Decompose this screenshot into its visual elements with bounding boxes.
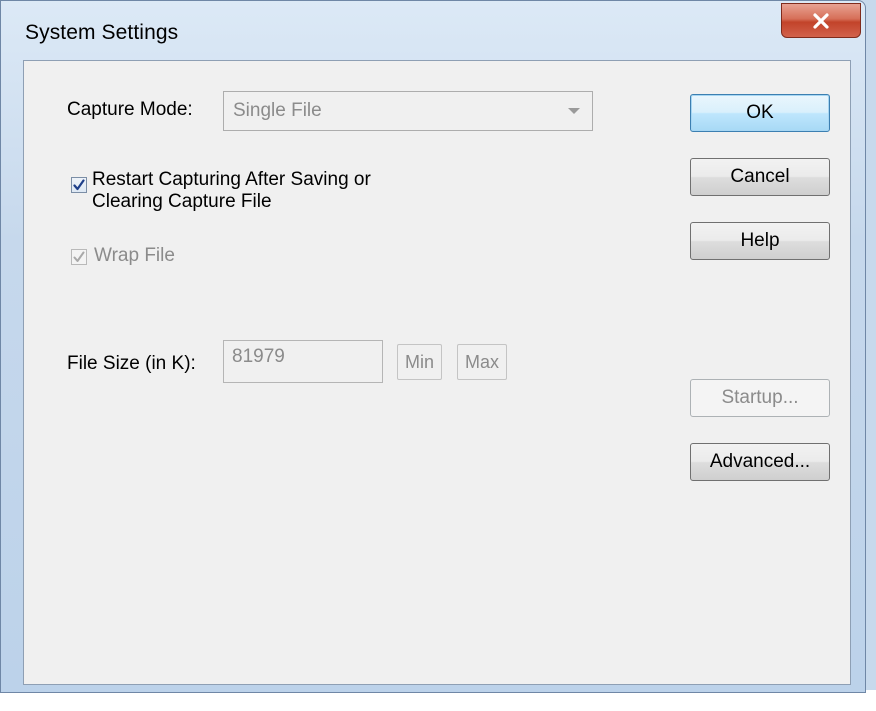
min-button[interactable]: Min xyxy=(397,344,442,380)
file-size-input[interactable]: 81979 xyxy=(223,340,383,383)
checkmark-icon xyxy=(73,251,85,262)
wrap-file-checkbox[interactable] xyxy=(71,249,87,265)
restart-capturing-label-line2: Clearing Capture File xyxy=(92,191,272,212)
restart-capturing-label[interactable]: Restart Capturing After Saving or Cleari… xyxy=(92,169,371,213)
dialog-client-area: Capture Mode: Single File Restart Captur… xyxy=(23,60,851,685)
close-icon xyxy=(813,12,829,29)
background-window-strip xyxy=(0,690,876,711)
startup-button[interactable]: Startup... xyxy=(690,379,830,417)
close-button[interactable] xyxy=(781,3,861,38)
restart-capturing-checkbox[interactable] xyxy=(71,177,87,193)
ok-button[interactable]: OK xyxy=(690,94,830,132)
chevron-down-icon xyxy=(568,108,580,114)
capture-mode-value: Single File xyxy=(233,100,322,121)
max-button[interactable]: Max xyxy=(457,344,507,380)
restart-capturing-label-line1: Restart Capturing After Saving or xyxy=(92,169,371,190)
help-button[interactable]: Help xyxy=(690,222,830,260)
checkmark-icon xyxy=(73,179,85,191)
wrap-file-label: Wrap File xyxy=(94,245,175,266)
advanced-button[interactable]: Advanced... xyxy=(690,443,830,481)
file-size-label: File Size (in K): xyxy=(67,353,196,374)
capture-mode-dropdown[interactable]: Single File xyxy=(223,91,593,131)
capture-mode-label: Capture Mode: xyxy=(67,99,193,120)
cancel-button[interactable]: Cancel xyxy=(690,158,830,196)
system-settings-dialog: System Settings Capture Mode: Single Fil… xyxy=(0,0,866,693)
dialog-title: System Settings xyxy=(25,21,179,44)
